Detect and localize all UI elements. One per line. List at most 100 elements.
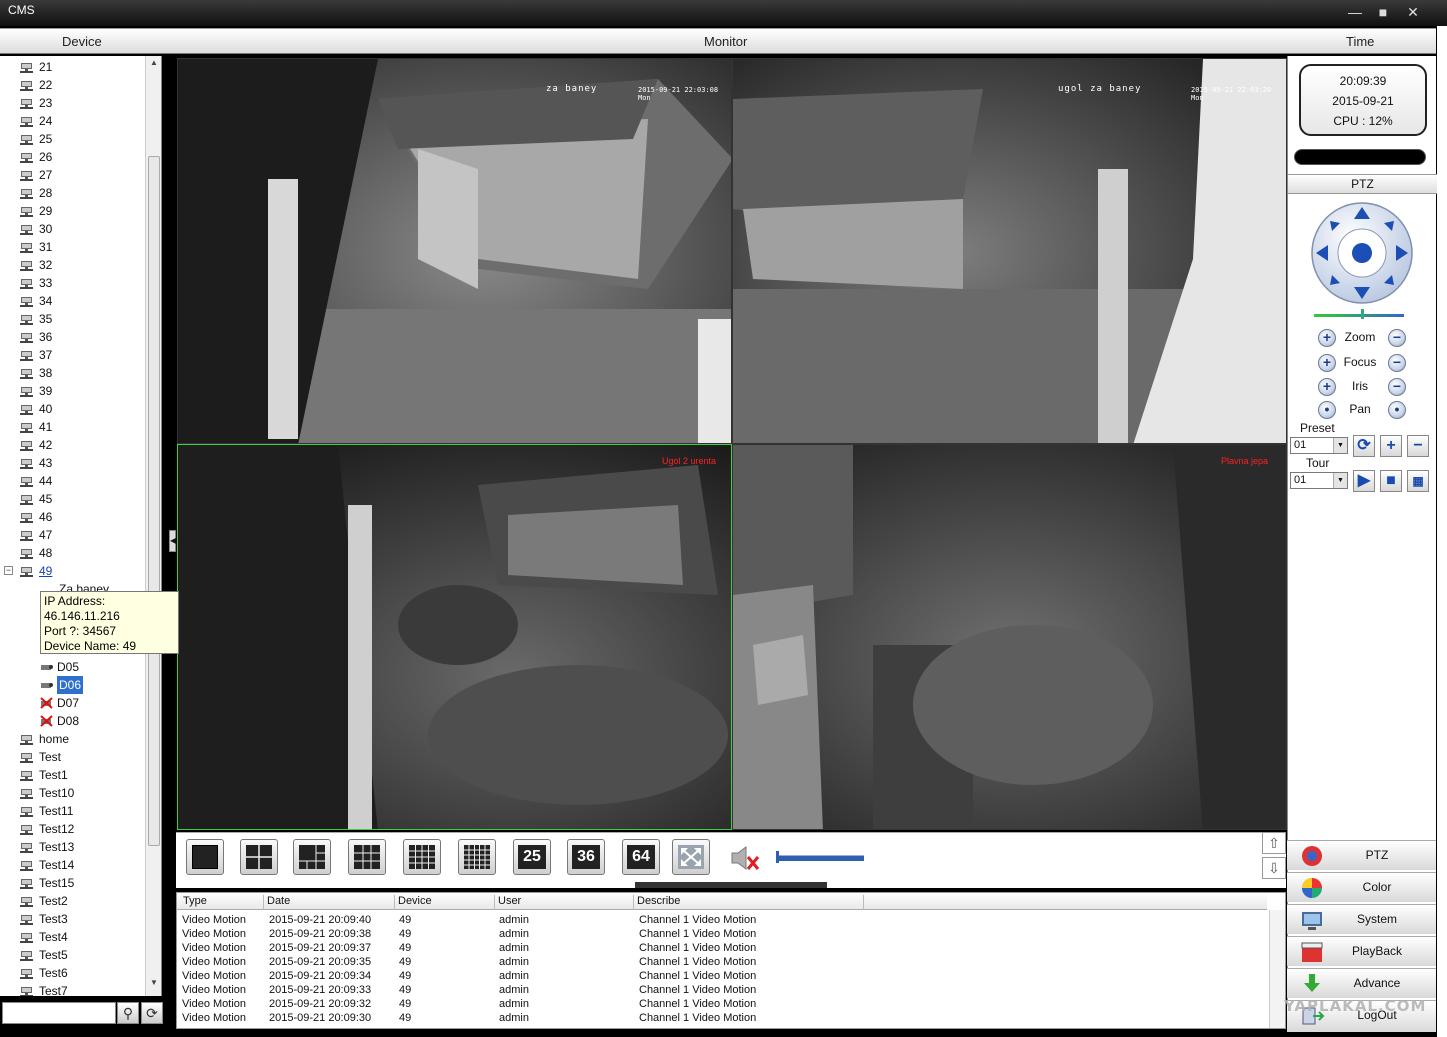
col-describe[interactable]: Describe	[633, 895, 680, 910]
tree-device-item[interactable]: 40	[0, 400, 145, 418]
layout-25-button[interactable]: 25	[513, 839, 551, 875]
tree-device-item[interactable]: Test13	[0, 838, 145, 856]
tree-device-item[interactable]: 24	[0, 112, 145, 130]
scroll-up-icon[interactable]: ▲	[146, 58, 162, 72]
video-pane-4[interactable]: Plavna jepa	[732, 444, 1287, 830]
menu-ptz[interactable]: PTZ	[1287, 840, 1436, 870]
layout-6-button[interactable]	[293, 839, 331, 875]
tree-device-item[interactable]: 36	[0, 328, 145, 346]
tree-device-item[interactable]: 28	[0, 184, 145, 202]
pan-right-button[interactable]: •	[1388, 401, 1406, 419]
volume-knob[interactable]	[776, 851, 779, 863]
col-type[interactable]: Type	[180, 895, 207, 910]
layout-20-button[interactable]	[458, 839, 496, 875]
tree-device-item[interactable]: Test6	[0, 964, 145, 982]
tree-device-item[interactable]: 34	[0, 292, 145, 310]
video-pane-3[interactable]: Ugol 2 urenta	[177, 444, 732, 830]
close-icon[interactable]: ✕	[1400, 2, 1426, 22]
tree-device-item[interactable]: 37	[0, 346, 145, 364]
layout-36-button[interactable]: 36	[567, 839, 605, 875]
tree-device-item[interactable]: 47	[0, 526, 145, 544]
log-row[interactable]: Video Motion 2015-09-21 20:09:38 49 admin Ch…	[177, 927, 1267, 941]
device-search-input[interactable]	[2, 1002, 116, 1024]
maximize-icon[interactable]: ■	[1370, 2, 1396, 22]
tree-device-item[interactable]: home	[0, 730, 145, 748]
tree-scrollbar[interactable]: ▲ ▼	[145, 56, 161, 996]
log-row[interactable]: Video Motion 2015-09-21 20:09:40 49 admin Ch…	[177, 913, 1267, 927]
col-device[interactable]: Device	[394, 895, 432, 910]
tree-device-item[interactable]: 35	[0, 310, 145, 328]
ptz-direction-pad[interactable]	[1310, 201, 1414, 305]
iris-close-button[interactable]: −	[1388, 378, 1406, 396]
search-icon[interactable]: ⚲	[117, 1002, 139, 1024]
tree-device-item[interactable]: Test5	[0, 946, 145, 964]
layout-4-button[interactable]	[240, 839, 278, 875]
video-pane-1[interactable]: za baney 2015-09-21 22:03:08 Mon	[177, 58, 732, 444]
tree-device-item[interactable]: 21	[0, 58, 145, 76]
collapse-tree-icon[interactable]: ◀	[169, 530, 176, 552]
log-row[interactable]: Video Motion 2015-09-21 20:09:30 49 admin Ch…	[177, 1011, 1267, 1025]
tree-device-item[interactable]: Test7	[0, 982, 145, 996]
scroll-down-button[interactable]: ⇩	[1262, 857, 1286, 879]
tree-device-item[interactable]: Test4	[0, 928, 145, 946]
tree-device-item[interactable]: 41	[0, 418, 145, 436]
tree-device-item[interactable]: Test1	[0, 766, 145, 784]
tour-stop-button[interactable]: ■	[1380, 470, 1402, 492]
log-row[interactable]: Video Motion 2015-09-21 20:09:35 49 admin Ch…	[177, 955, 1267, 969]
tree-device-item[interactable]: 39	[0, 382, 145, 400]
col-user[interactable]: User	[494, 895, 521, 910]
menu-advance[interactable]: Advance	[1287, 968, 1436, 998]
refresh-icon[interactable]: ⟳	[141, 1002, 163, 1024]
volume-slider[interactable]	[776, 855, 864, 861]
tree-device-item[interactable]: Test11	[0, 802, 145, 820]
tree-device-item[interactable]: 22	[0, 76, 145, 94]
layout-16-button[interactable]	[403, 839, 441, 875]
tree-device-item[interactable]: Test10	[0, 784, 145, 802]
tree-device-item[interactable]: 46	[0, 508, 145, 526]
tree-device-item[interactable]: 26	[0, 148, 145, 166]
preset-add-button[interactable]: +	[1380, 435, 1402, 457]
scroll-up-button[interactable]: ⇧	[1262, 832, 1286, 854]
video-pane-2[interactable]: ugol za baney 2015-09-21 22:03:20 Mon	[732, 58, 1287, 444]
tree-device-item[interactable]: 33	[0, 274, 145, 292]
tree-device-item[interactable]: 31	[0, 238, 145, 256]
tree-device-item[interactable]: 32	[0, 256, 145, 274]
layout-64-button[interactable]: 64	[622, 839, 660, 875]
tree-device-item[interactable]: 29	[0, 202, 145, 220]
col-date[interactable]: Date	[263, 895, 290, 910]
log-row[interactable]: Video Motion 2015-09-21 20:09:33 49 admin Ch…	[177, 983, 1267, 997]
tour-grid-button[interactable]: ▦	[1407, 470, 1429, 492]
tree-device-item[interactable]: 27	[0, 166, 145, 184]
log-row[interactable]: Video Motion 2015-09-21 20:09:37 49 admin Ch…	[177, 941, 1267, 955]
layout-1-button[interactable]	[186, 839, 224, 875]
menu-playback[interactable]: PlayBack	[1287, 936, 1436, 966]
tree-device-item[interactable]: 45	[0, 490, 145, 508]
log-row[interactable]: Video Motion 2015-09-21 20:09:34 49 admin Ch…	[177, 969, 1267, 983]
scroll-down-icon[interactable]: ▼	[146, 978, 162, 992]
tree-device-item[interactable]: Test2	[0, 892, 145, 910]
tree-device-item-expanded[interactable]: − 49	[0, 562, 145, 580]
tree-device-item[interactable]: 38	[0, 364, 145, 382]
mute-icon[interactable]	[728, 843, 760, 873]
tree-device-item[interactable]: Test12	[0, 820, 145, 838]
tour-play-button[interactable]: ▶	[1353, 470, 1375, 492]
log-row[interactable]: Video Motion 2015-09-21 20:09:32 49 admin Ch…	[177, 997, 1267, 1011]
minimize-icon[interactable]: —	[1342, 2, 1368, 22]
menu-system[interactable]: System	[1287, 904, 1436, 934]
log-scrollbar[interactable]	[1269, 910, 1285, 1028]
collapse-icon[interactable]: −	[4, 566, 13, 575]
layout-9-button[interactable]	[348, 839, 386, 875]
ptz-speed-knob[interactable]	[1361, 309, 1364, 319]
panel-splitter[interactable]	[635, 882, 827, 888]
tree-device-item[interactable]: 43	[0, 454, 145, 472]
tree-device-item[interactable]: Test3	[0, 910, 145, 928]
tree-device-item[interactable]: Test14	[0, 856, 145, 874]
tree-device-item[interactable]: 23	[0, 94, 145, 112]
menu-color[interactable]: Color	[1287, 872, 1436, 902]
tree-device-item[interactable]: 30	[0, 220, 145, 238]
tree-channel-item[interactable]: D07	[0, 694, 145, 712]
tree-device-item[interactable]: Test	[0, 748, 145, 766]
preset-select[interactable]: 01 ▼	[1290, 437, 1348, 454]
preset-remove-button[interactable]: −	[1407, 435, 1429, 457]
tour-select[interactable]: 01 ▼	[1290, 472, 1348, 489]
